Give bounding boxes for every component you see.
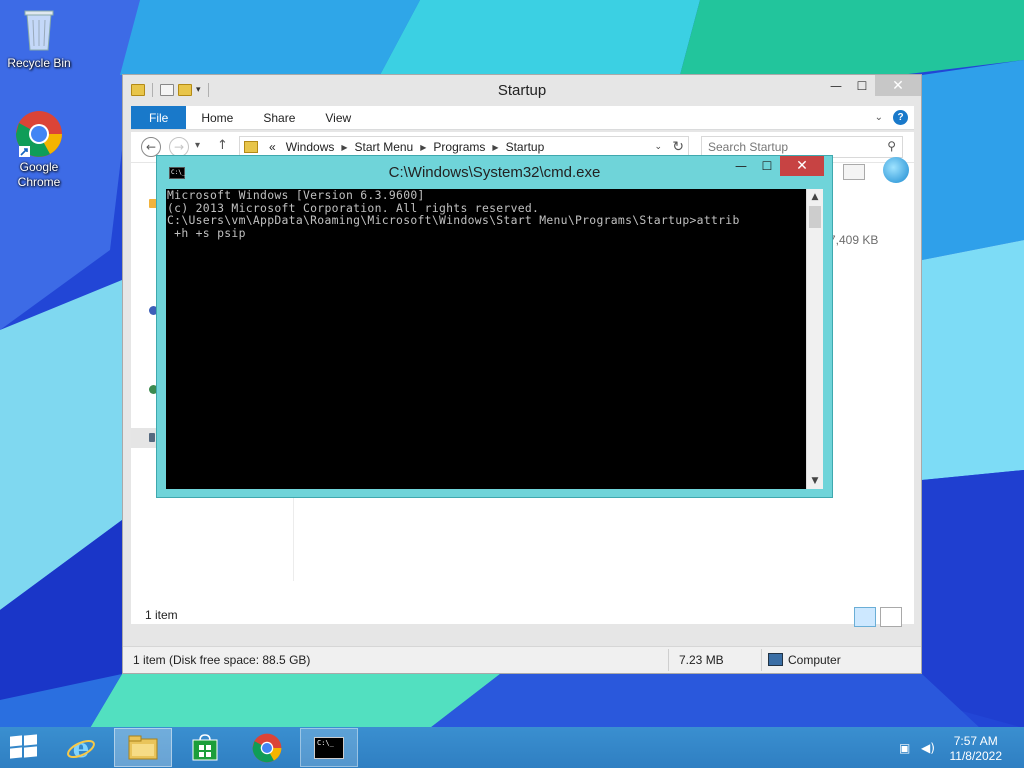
breadcrumb-arrow-icon[interactable]: ▶ — [490, 143, 500, 152]
forward-button[interactable]: → — [169, 137, 189, 157]
tab-share[interactable]: Share — [248, 106, 310, 129]
start-button[interactable] — [10, 734, 38, 760]
chrome-icon — [252, 733, 282, 762]
breadcrumb-arrow-icon[interactable]: ▶ — [418, 143, 428, 152]
taskbar-store[interactable] — [176, 728, 234, 767]
desktop-icon-recycle-bin[interactable]: Recycle Bin — [1, 6, 77, 71]
volume-tray-icon[interactable]: ◀) — [921, 741, 935, 755]
explorer-titlebar[interactable]: ▾ Startup — ☐ ✕ — [123, 75, 921, 105]
system-clock[interactable]: 7:57 AM 11/8/2022 — [950, 734, 1003, 764]
folder-icon — [244, 141, 258, 153]
status-size: 7.23 MB — [679, 653, 724, 667]
recycle-bin-icon — [24, 10, 54, 51]
ribbon-tabs: File Home Share View ⌄ ? — [131, 106, 914, 130]
details-view-button[interactable] — [854, 607, 876, 627]
status-text: 1 item (Disk free space: 88.5 GB) — [133, 653, 311, 667]
breadcrumb-overflow[interactable]: « — [264, 140, 281, 154]
breadcrumb-startup[interactable]: Startup — [501, 140, 550, 154]
file-size: 7,409 KB — [829, 233, 879, 247]
close-button[interactable]: ✕ — [875, 75, 921, 96]
preview-pane-icon[interactable] — [843, 164, 865, 180]
taskbar-chrome[interactable] — [238, 728, 296, 767]
console-line: Microsoft Windows [Version 6.3.9600] — [167, 189, 425, 202]
cmd-scrollbar[interactable]: ▲ ▼ — [806, 189, 823, 489]
clock-time: 7:57 AM — [953, 734, 998, 748]
scroll-thumb[interactable] — [809, 206, 821, 228]
scroll-down-icon[interactable]: ▼ — [807, 473, 823, 489]
chrome-icon — [16, 111, 62, 157]
recycle-bin-label: Recycle Bin — [7, 56, 71, 70]
taskbar-internet-explorer[interactable]: e — [52, 728, 110, 767]
search-placeholder: Search Startup — [708, 140, 789, 154]
tab-file[interactable]: File — [131, 106, 187, 129]
chrome-label: Google Chrome — [17, 160, 61, 189]
taskbar: e C:\_ ▣ ◀) 7:57 AM 11/8/2022 — [0, 727, 1024, 768]
tab-view[interactable]: View — [310, 106, 366, 129]
svg-text:e: e — [73, 734, 90, 763]
breadcrumb-windows[interactable]: Windows — [281, 140, 340, 154]
file-explorer-icon — [128, 735, 158, 759]
desktop-icon-chrome[interactable]: Google Chrome — [1, 110, 77, 190]
maximize-button[interactable]: ☐ — [849, 75, 875, 96]
taskbar-command-prompt[interactable]: C:\_ — [300, 728, 358, 767]
breadcrumb-start-menu[interactable]: Start Menu — [350, 140, 419, 154]
cmd-close-button[interactable]: ✕ — [780, 156, 824, 176]
scroll-up-icon[interactable]: ▲ — [807, 189, 823, 205]
internet-explorer-icon: e — [67, 734, 95, 763]
status-location: Computer — [788, 653, 841, 667]
store-icon — [192, 733, 218, 760]
large-icons-view-button[interactable] — [880, 607, 902, 627]
computer-icon[interactable] — [149, 433, 155, 442]
window-title: Startup — [497, 82, 547, 99]
network-tray-icon[interactable]: ▣ — [899, 741, 910, 755]
tab-home[interactable]: Home — [186, 106, 248, 129]
up-button[interactable]: ↑ — [217, 138, 228, 153]
breadcrumb-programs[interactable]: Programs — [428, 140, 490, 154]
cmd-window[interactable]: C:\_ C:\Windows\System32\cmd.exe — ☐ ✕ M… — [156, 155, 833, 498]
minimize-button[interactable]: — — [823, 75, 849, 96]
help-icon[interactable]: ? — [893, 110, 908, 125]
clock-date: 11/8/2022 — [949, 749, 1003, 763]
taskbar-file-explorer[interactable] — [114, 728, 172, 767]
search-icon: ⚲ — [887, 139, 896, 153]
back-button[interactable]: ← — [141, 137, 161, 157]
recent-locations-icon[interactable]: ▾ — [195, 140, 200, 151]
address-dropdown-icon[interactable]: ⌄ — [654, 141, 662, 152]
breadcrumb-arrow-icon[interactable]: ▶ — [339, 143, 349, 152]
command-prompt-icon: C:\_ — [314, 736, 344, 759]
console-line: +h +s psip — [167, 225, 246, 240]
status-bar: 1 item (Disk free space: 88.5 GB) 7.23 M… — [123, 646, 921, 673]
expand-ribbon-icon[interactable]: ⌄ — [875, 112, 883, 123]
computer-icon — [768, 653, 783, 666]
item-count: 1 item — [145, 608, 178, 622]
cmd-maximize-button[interactable]: ☐ — [754, 156, 780, 176]
refresh-icon[interactable]: ↻ — [672, 138, 684, 155]
cmd-minimize-button[interactable]: — — [728, 156, 754, 176]
console-output[interactable]: Microsoft Windows [Version 6.3.9600] (c) … — [166, 189, 806, 489]
console-line: C:\Users\vm\AppData\Roaming\Microsoft\Wi… — [167, 213, 740, 227]
file-thumbnail-icon[interactable] — [883, 157, 909, 183]
